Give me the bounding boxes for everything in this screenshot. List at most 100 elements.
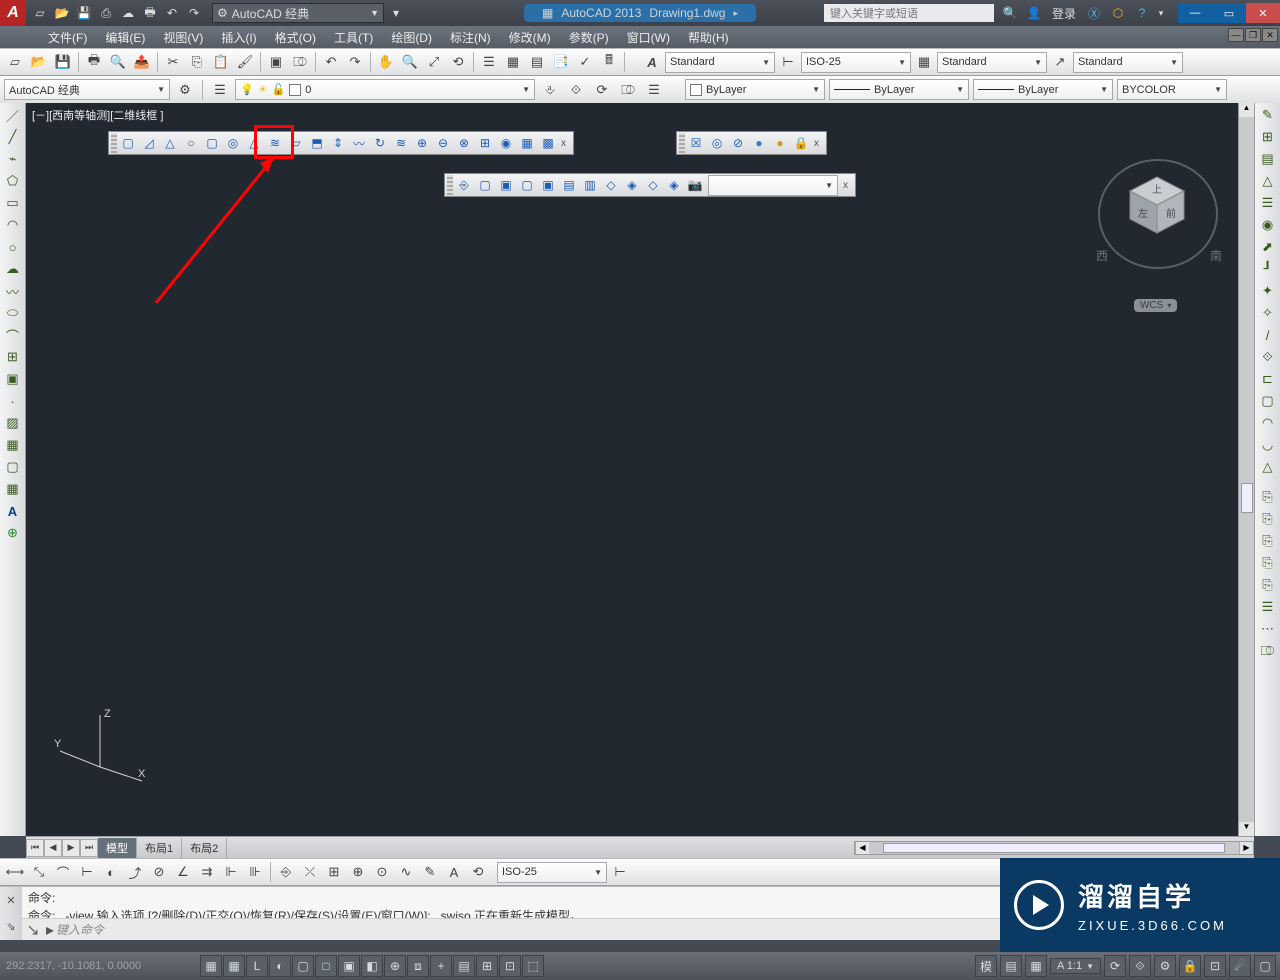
menu-file[interactable]: 文件(F) (40, 27, 95, 48)
float-toolbar-render[interactable]: ☒ ◎ ⊘ ● ● 🔒 x (676, 131, 827, 155)
dim-radius-icon[interactable]: ◐ (100, 861, 122, 883)
mesh-box-icon[interactable]: ⊞ (475, 133, 495, 153)
tab-layout1[interactable]: 布局1 (137, 838, 182, 858)
print-icon[interactable]: 🖶 (83, 51, 105, 73)
torus-icon[interactable]: ◎ (223, 133, 243, 153)
table-icon[interactable]: ▦ (3, 479, 23, 499)
neiso-view-icon[interactable]: ◇ (643, 175, 663, 195)
viewcube[interactable]: 上 左 前 西 南 WCS▾ (1098, 147, 1218, 312)
mesh-smooth-icon[interactable]: ◉ (496, 133, 516, 153)
wcs-pill[interactable]: WCS▾ (1134, 299, 1177, 312)
workspace-selector[interactable]: ⚙AutoCAD 经典 ▼ (212, 3, 384, 23)
menu-parametric[interactable]: 参数(P) (561, 27, 617, 48)
makeblock-icon[interactable]: ▣ (3, 369, 23, 389)
ltool1-icon[interactable]: ⎀ (539, 79, 561, 101)
loft-icon[interactable]: ≋ (391, 133, 411, 153)
copy-icon[interactable]: ⎘ (186, 51, 208, 73)
vscrollbar[interactable]: ▲ ▼ (1238, 103, 1254, 836)
tab-layout2[interactable]: 布局2 (182, 838, 227, 858)
mtext-icon[interactable]: A (3, 501, 23, 521)
dim-arc-icon[interactable]: ⌒ (52, 861, 74, 883)
swiso-view-icon[interactable]: ◇ (601, 175, 621, 195)
dimstyle2-dropdown[interactable]: ISO-25▼ (497, 862, 607, 883)
zoom-rt-icon[interactable]: 🔍 (399, 51, 421, 73)
rt5-icon[interactable]: ☰ (1258, 193, 1278, 213)
dim-aligned-icon[interactable]: ⤡ (28, 861, 50, 883)
gradient-icon[interactable]: ▦ (3, 435, 23, 455)
revolve-icon[interactable]: ↻ (370, 133, 390, 153)
dc-icon[interactable]: ▦ (502, 51, 524, 73)
grip-icon[interactable] (111, 133, 117, 153)
layerstate-icon[interactable]: ☰ (643, 79, 665, 101)
viewport-controls[interactable]: [－][西南等轴测][二维线框 ] (32, 107, 163, 123)
cut-icon[interactable]: ✂ (162, 51, 184, 73)
box-icon[interactable]: ▢ (118, 133, 138, 153)
grip-icon[interactable] (447, 175, 453, 195)
plotstyle-dropdown[interactable]: BYCOLOR▼ (1117, 79, 1227, 100)
back-view-icon[interactable]: ▥ (580, 175, 600, 195)
anno-scale[interactable]: A 1:1▼ (1050, 958, 1101, 974)
search-icon[interactable]: 🔍 (1000, 3, 1020, 23)
model-space-toggle[interactable]: 模 (975, 955, 997, 977)
cmd-grip[interactable]: ✕⇘ (0, 887, 22, 940)
3dosnap-toggle[interactable]: □ (315, 955, 337, 977)
mdi-minimize[interactable]: — (1228, 28, 1244, 42)
revcloud-icon[interactable]: ☁ (3, 259, 23, 279)
view-combo[interactable]: ▼ (708, 175, 838, 196)
rt13-icon[interactable]: ⊏ (1258, 369, 1278, 389)
textstyle-dropdown[interactable]: Standard▼ (665, 52, 775, 73)
calc-icon[interactable]: 🖩 (598, 51, 620, 73)
render2-icon[interactable]: ● (770, 133, 790, 153)
point-icon[interactable]: · (3, 391, 23, 411)
rt12-icon[interactable]: ⟐ (1258, 347, 1278, 367)
otrack-toggle[interactable]: ▣ (338, 955, 360, 977)
anno-vis-icon[interactable]: ⟳ (1104, 955, 1126, 977)
textstyle-A-icon[interactable]: A (641, 51, 663, 73)
circle-icon[interactable]: ○ (3, 237, 23, 257)
isolate-icon[interactable]: ☄ (1229, 955, 1251, 977)
rt2-icon[interactable]: ⊞ (1258, 127, 1278, 147)
new-icon[interactable]: ▱ (4, 51, 26, 73)
dimedit-icon[interactable]: ✎ (419, 861, 441, 883)
hide-icon[interactable]: ☒ (686, 133, 706, 153)
qp-toggle[interactable]: ▤ (453, 955, 475, 977)
toolbar-lock-icon[interactable]: 🔒 (1179, 955, 1201, 977)
mesh-op2-icon[interactable]: ▩ (538, 133, 558, 153)
mesh-op1-icon[interactable]: ▦ (517, 133, 537, 153)
inspect-icon[interactable]: ⊙ (371, 861, 393, 883)
exchange-icon[interactable]: Ⓧ (1084, 3, 1104, 23)
tab-next-button[interactable]: ▶ (62, 839, 80, 857)
publish-icon[interactable]: 📤 (131, 51, 153, 73)
camera-icon[interactable]: 📷 (685, 175, 705, 195)
spline-icon[interactable]: 〰 (3, 281, 23, 301)
minimize-button[interactable]: — (1178, 3, 1212, 23)
rt11-icon[interactable]: / (1258, 325, 1278, 345)
tab-last-button[interactable]: ⏭ (80, 839, 98, 857)
menu-modify[interactable]: 修改(M) (501, 27, 559, 48)
menu-tools[interactable]: 工具(T) (326, 27, 381, 48)
linetype-dropdown[interactable]: ByLayer▼ (829, 79, 969, 100)
dimstylemgr-icon[interactable]: ⊢ (609, 861, 631, 883)
layout-quick-icon[interactable]: ▤ (1000, 955, 1022, 977)
block-icon[interactable]: ▣ (265, 51, 287, 73)
qat-dropdown-icon[interactable]: ▾ (386, 3, 406, 23)
intersect-icon[interactable]: ⊗ (454, 133, 474, 153)
print-icon[interactable]: 🖶 (140, 3, 160, 23)
rtb7-icon[interactable]: ⋯ (1258, 619, 1278, 639)
menu-view[interactable]: 视图(V) (155, 27, 211, 48)
help-icon[interactable]: ? (1132, 3, 1152, 23)
dyn-toggle[interactable]: ⊕ (384, 955, 406, 977)
save-icon[interactable]: 💾 (74, 3, 94, 23)
tab-prev-button[interactable]: ◀ (44, 839, 62, 857)
dimtedit-icon[interactable]: A (443, 861, 465, 883)
render1-icon[interactable]: ● (749, 133, 769, 153)
hatch-icon[interactable]: ▨ (3, 413, 23, 433)
matchprop-icon[interactable]: 🖌 (234, 51, 256, 73)
union-icon[interactable]: ⊕ (412, 133, 432, 153)
close-icon[interactable]: x (561, 138, 571, 149)
osnap-toggle[interactable]: ▢ (292, 955, 314, 977)
menu-help[interactable]: 帮助(H) (680, 27, 737, 48)
dim-break-icon[interactable]: ⤫ (299, 861, 321, 883)
rt8-icon[interactable]: ┚ (1258, 259, 1278, 279)
close-icon[interactable]: x (843, 180, 853, 191)
